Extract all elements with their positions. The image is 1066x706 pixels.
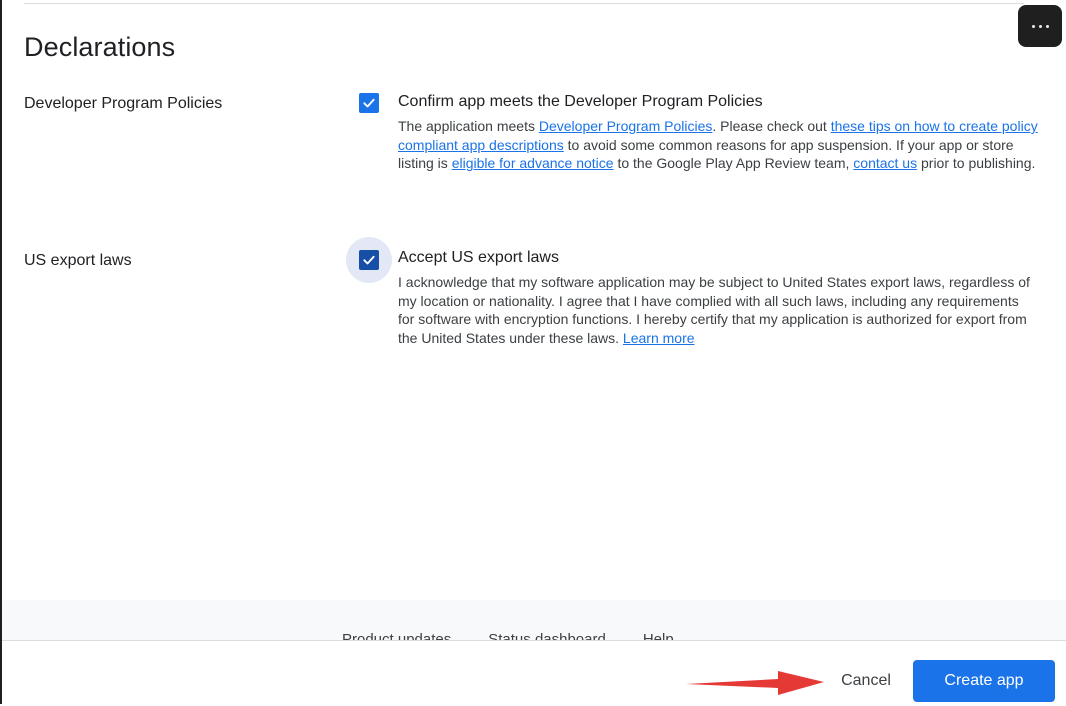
export-checkbox-title: Accept US export laws <box>398 249 559 266</box>
product-updates-link[interactable]: Product updates <box>342 631 451 640</box>
export-description: I acknowledge that my software applicati… <box>398 273 1038 348</box>
check-icon <box>363 98 375 108</box>
export-checkbox-container <box>346 237 392 283</box>
annotation-arrow-icon <box>686 671 824 695</box>
policies-description: The application meets Developer Program … <box>398 117 1038 173</box>
policies-desc-text: prior to publishing. <box>917 155 1036 172</box>
export-checkbox[interactable] <box>359 250 379 270</box>
policies-desc-text: The application meets <box>398 118 539 134</box>
advance-notice-link[interactable]: eligible for advance notice <box>452 155 614 171</box>
policies-desc-text: . Please check out <box>712 118 831 134</box>
check-icon <box>363 255 375 265</box>
cancel-button[interactable]: Cancel <box>826 660 906 702</box>
action-bar <box>2 640 1066 704</box>
export-desc-text: I acknowledge that my software applicati… <box>398 274 1030 347</box>
window-left-border <box>0 0 2 704</box>
contact-us-link[interactable]: contact us <box>853 155 917 171</box>
policies-row-label: Developer Program Policies <box>24 95 223 112</box>
page-title: Declarations <box>24 32 176 62</box>
policies-checkbox-title: Confirm app meets the Developer Program … <box>398 93 763 110</box>
policies-desc-text: to the Google Play App Review team, <box>613 155 854 172</box>
footer-links: Product updates Status dashboard Help <box>342 631 674 640</box>
export-row-label: US export laws <box>24 252 132 269</box>
create-app-button[interactable]: Create app <box>913 660 1055 702</box>
policies-checkbox-container <box>346 80 392 126</box>
status-dashboard-link[interactable]: Status dashboard <box>488 631 606 640</box>
learn-more-link[interactable]: Learn more <box>623 330 695 346</box>
policies-checkbox[interactable] <box>359 93 379 113</box>
more-horizontal-icon <box>1031 24 1049 28</box>
developer-program-policies-link[interactable]: Developer Program Policies <box>539 118 713 134</box>
top-divider <box>24 3 1024 4</box>
more-options-button[interactable] <box>1018 5 1062 47</box>
help-link[interactable]: Help <box>643 631 674 640</box>
page-footer: Product updates Status dashboard Help <box>2 600 1066 640</box>
